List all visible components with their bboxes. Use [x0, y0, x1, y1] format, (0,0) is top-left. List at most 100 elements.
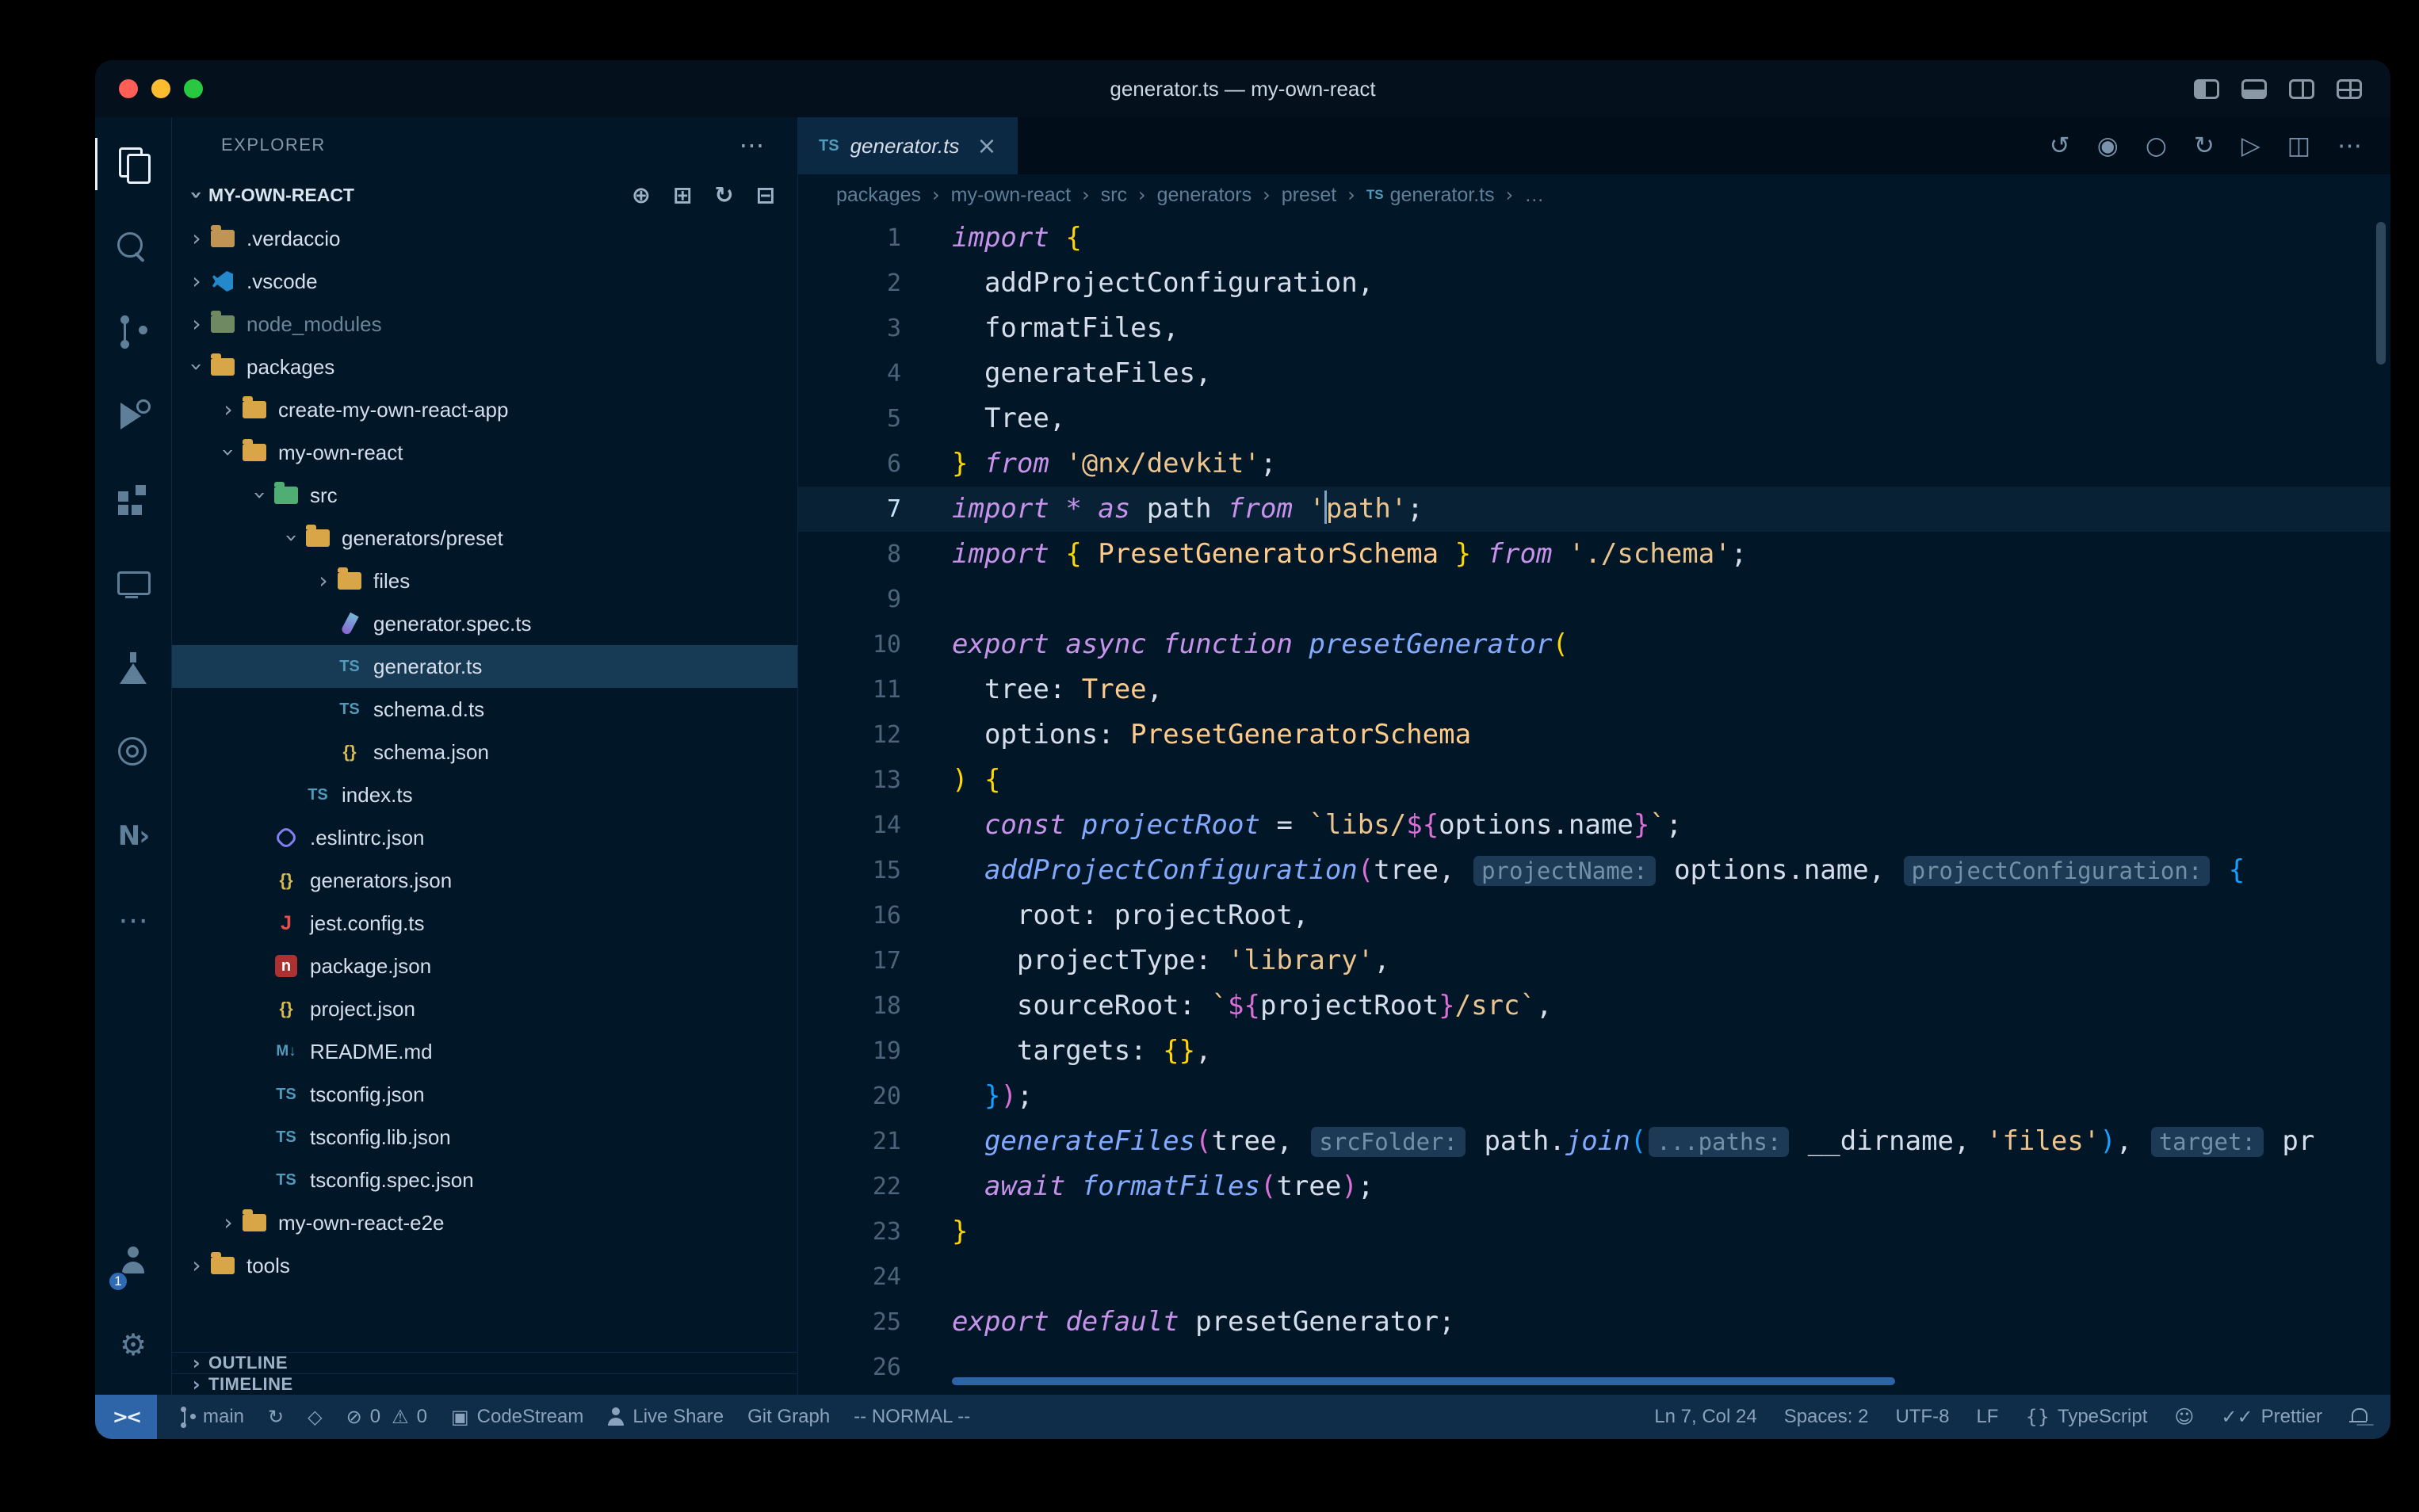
remote-indicator[interactable]: >< [95, 1395, 157, 1439]
new-folder-icon[interactable]: ⊞ [673, 181, 692, 208]
run-action-icon[interactable]: ↻ [2194, 132, 2215, 160]
problems-warnings[interactable]: ⚠0 [392, 1395, 427, 1439]
code-line-8[interactable]: 8import { PresetGeneratorSchema } from '… [798, 532, 2390, 577]
git-graph[interactable]: Git Graph [747, 1395, 830, 1439]
tab-generator-ts[interactable]: TS generator.ts × [798, 117, 1018, 174]
toggle-circle-icon[interactable]: ○ [2146, 132, 2167, 160]
breadcrumb-item-src[interactable]: src [1101, 184, 1127, 207]
search-editor-icon[interactable] [95, 710, 171, 794]
code-line-18[interactable]: 18 sourceRoot: `${projectRoot}/src`, [798, 983, 2390, 1029]
more-views-icon[interactable]: ⋯ [95, 878, 171, 962]
code-line-17[interactable]: 17 projectType: 'library', [798, 938, 2390, 983]
breadcrumb-item--[interactable]: … [1524, 184, 1544, 207]
git-branch[interactable]: main [181, 1395, 244, 1439]
timeline-section[interactable]: › TIMELINE [172, 1373, 797, 1395]
code-line-2[interactable]: 2 addProjectConfiguration, [798, 261, 2390, 306]
vertical-scrollbar[interactable] [2376, 222, 2386, 365]
tree-item-generators-preset[interactable]: ›generators/preset [172, 517, 797, 559]
toggle-secondary-sidebar-icon[interactable] [2289, 79, 2314, 99]
new-file-icon[interactable]: ⊕ [632, 181, 651, 208]
toggle-panel-icon[interactable] [2241, 79, 2267, 99]
code-line-11[interactable]: 11 tree: Tree, [798, 667, 2390, 712]
notifications[interactable] [2349, 1395, 2367, 1439]
run-file-icon[interactable]: ▷ [2241, 132, 2260, 160]
testing-icon[interactable] [95, 626, 171, 710]
tree-item-project-json[interactable]: ›{}project.json [172, 987, 797, 1030]
code-editor[interactable]: 1import {2 addProjectConfiguration,3 for… [798, 216, 2390, 1395]
split-editor-icon[interactable]: ◫ [2287, 132, 2310, 160]
explorer-icon[interactable] [95, 122, 171, 206]
outline-section[interactable]: › OUTLINE [172, 1352, 797, 1373]
language-mode[interactable]: {}TypeScript [2025, 1395, 2147, 1439]
tree-item-packages[interactable]: ›packages [172, 346, 797, 388]
tree-item--verdaccio[interactable]: ›.verdaccio [172, 217, 797, 260]
code-line-7[interactable]: 7import * as path from 'path'; [798, 487, 2390, 532]
problems-errors[interactable]: ⊘0 [346, 1395, 380, 1439]
more-actions-icon[interactable]: ⋯ [2337, 132, 2362, 160]
remote-explorer-icon[interactable] [95, 542, 171, 626]
tree-item-index-ts[interactable]: ›TSindex.ts [172, 773, 797, 816]
tree-item-src[interactable]: ›src [172, 474, 797, 517]
extensions-icon[interactable] [95, 458, 171, 542]
code-line-20[interactable]: 20 }); [798, 1074, 2390, 1119]
close-window-button[interactable] [119, 79, 138, 98]
code-line-14[interactable]: 14 const projectRoot = `libs/${options.n… [798, 803, 2390, 848]
tree-item-tsconfig-spec-json[interactable]: ›TStsconfig.spec.json [172, 1159, 797, 1201]
refresh-explorer-icon[interactable]: ↻ [714, 181, 733, 208]
codestream-activity-icon[interactable]: ◉ [2097, 132, 2119, 160]
code-line-15[interactable]: 15 addProjectConfiguration(tree, project… [798, 848, 2390, 893]
code-line-1[interactable]: 1import { [798, 216, 2390, 261]
code-line-5[interactable]: 5 Tree, [798, 396, 2390, 441]
tree-item-readme-md[interactable]: ›M↓README.md [172, 1030, 797, 1073]
breadcrumb-item-packages[interactable]: packages [836, 184, 921, 207]
vim-mode[interactable]: -- NORMAL -- [854, 1395, 970, 1439]
workspace-section-header[interactable]: › MY-OWN-REACT ⊕⊞↻⊟ [172, 173, 797, 217]
code-line-23[interactable]: 23} [798, 1209, 2390, 1254]
source-control-icon[interactable] [95, 290, 171, 374]
code-line-21[interactable]: 21 generateFiles(tree, srcFolder: path.j… [798, 1119, 2390, 1164]
code-line-10[interactable]: 10export async function presetGenerator( [798, 622, 2390, 667]
feedback[interactable]: ☺ [2174, 1395, 2194, 1439]
horizontal-scrollbar[interactable] [952, 1377, 1895, 1385]
tree-item-files[interactable]: ›files [172, 559, 797, 602]
tree-item--vscode[interactable]: ›.vscode [172, 260, 797, 303]
code-line-24[interactable]: 24 [798, 1254, 2390, 1300]
breadcrumb-item-my-own-react[interactable]: my-own-react [951, 184, 1071, 207]
code-line-9[interactable]: 9 [798, 577, 2390, 622]
prettier[interactable]: ✓✓Prettier [2221, 1395, 2322, 1439]
tree-item-generator-ts[interactable]: ›TSgenerator.ts [172, 645, 797, 688]
tree-item-node-modules[interactable]: ›node_modules [172, 303, 797, 346]
tree-item-schema-d-ts[interactable]: ›TSschema.d.ts [172, 688, 797, 731]
minimize-window-button[interactable] [151, 79, 170, 98]
nx-console-icon[interactable]: N› [95, 794, 171, 878]
local-history-icon[interactable]: ↺ [2050, 132, 2070, 160]
live-share[interactable]: Live Share [607, 1395, 724, 1439]
eol[interactable]: LF [1976, 1395, 1998, 1439]
tree-item-package-json[interactable]: ›npackage.json [172, 945, 797, 987]
tree-item-my-own-react[interactable]: ›my-own-react [172, 431, 797, 474]
tree-item-generator-spec-ts[interactable]: ›generator.spec.ts [172, 602, 797, 645]
zoom-window-button[interactable] [184, 79, 203, 98]
tree-item-create-my-own-react-app[interactable]: ›create-my-own-react-app [172, 388, 797, 431]
tree-item-schema-json[interactable]: ›{}schema.json [172, 731, 797, 773]
code-line-6[interactable]: 6} from '@nx/devkit'; [798, 441, 2390, 487]
code-line-25[interactable]: 25export default presetGenerator; [798, 1300, 2390, 1345]
search-icon[interactable] [95, 206, 171, 290]
settings-icon[interactable]: ⚙ [95, 1303, 171, 1387]
tree-item-tools[interactable]: ›tools [172, 1244, 797, 1287]
breadcrumb-item-generator-ts[interactable]: TSgenerator.ts [1366, 184, 1495, 207]
extension-status[interactable]: ◇ [308, 1395, 322, 1439]
toggle-primary-sidebar-icon[interactable] [2194, 79, 2219, 99]
indentation[interactable]: Spaces: 2 [1784, 1395, 1869, 1439]
code-line-13[interactable]: 13) { [798, 758, 2390, 803]
run-debug-icon[interactable] [95, 374, 171, 458]
breadcrumb-item-generators[interactable]: generators [1157, 184, 1252, 207]
breadcrumb-item-preset[interactable]: preset [1282, 184, 1336, 207]
code-line-22[interactable]: 22 await formatFiles(tree); [798, 1164, 2390, 1209]
tree-item--eslintrc-json[interactable]: ›.eslintrc.json [172, 816, 797, 859]
accounts-icon[interactable]: 1 [95, 1219, 171, 1303]
code-line-16[interactable]: 16 root: projectRoot, [798, 893, 2390, 938]
tree-item-my-own-react-e2e[interactable]: ›my-own-react-e2e [172, 1201, 797, 1244]
tree-item-tsconfig-lib-json[interactable]: ›TStsconfig.lib.json [172, 1116, 797, 1159]
code-line-4[interactable]: 4 generateFiles, [798, 351, 2390, 396]
